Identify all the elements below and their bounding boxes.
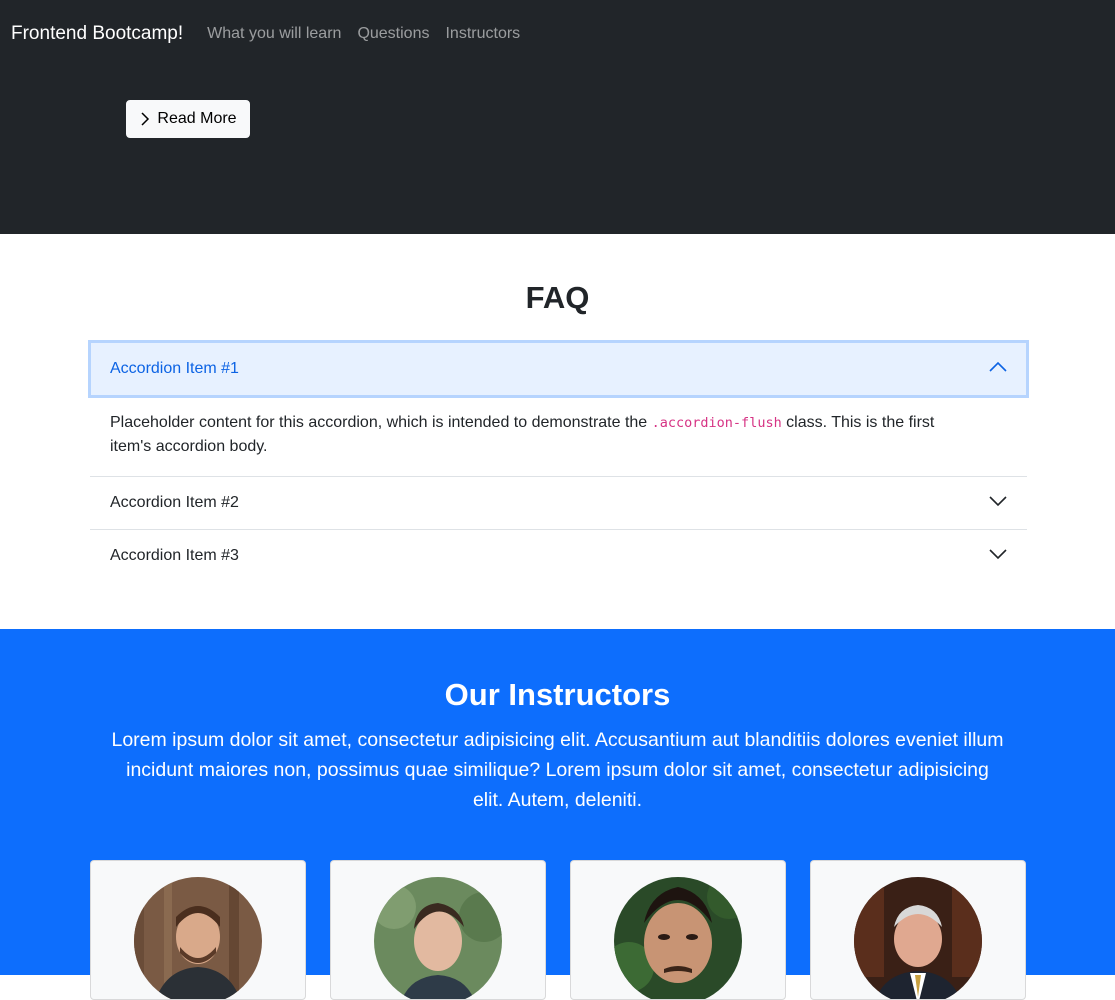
navbar: Frontend Bootcamp! What you will learn Q… (11, 20, 536, 48)
instructor-photo-4 (854, 877, 982, 999)
nav-link-instructors[interactable]: Instructors (445, 25, 520, 43)
accordion-body-text: Placeholder content for this accordion, … (110, 414, 652, 431)
chevron-up-icon (989, 360, 1007, 378)
instructors-lead: Lorem ipsum dolor sit amet, consectetur … (111, 729, 1004, 811)
instructor-card (330, 860, 546, 1000)
accordion-item-3: Accordion Item #3 (90, 530, 1027, 583)
read-more-button[interactable]: Read More (126, 100, 250, 138)
read-more-label: Read More (157, 110, 237, 127)
accordion-item-3-button[interactable]: Accordion Item #3 (90, 530, 1027, 582)
chevron-down-icon (989, 547, 1007, 565)
nav-link-questions[interactable]: Questions (357, 25, 429, 43)
accordion-item-1-body: Placeholder content for this accordion, … (90, 398, 1027, 477)
instructors-title: Our Instructors (444, 677, 671, 712)
instructors-section: Our Instructors Lorem ipsum dolor sit am… (0, 629, 1115, 1000)
instructor-card (570, 860, 786, 1000)
instructor-photo-3 (614, 877, 742, 999)
instructor-card (90, 860, 306, 1000)
navbar-brand[interactable]: Frontend Bootcamp! (11, 23, 183, 45)
faq-accordion: Accordion Item #1 Placeholder content fo… (88, 340, 1029, 583)
accordion-item-3-label: Accordion Item #3 (110, 547, 239, 564)
instructor-cards (90, 860, 1026, 1000)
chevron-right-icon (139, 111, 151, 127)
accordion-item-2: Accordion Item #2 (90, 477, 1027, 530)
accordion-item-2-label: Accordion Item #2 (110, 494, 239, 511)
accordion-item-1-button[interactable]: Accordion Item #1 (88, 340, 1029, 398)
instructor-photo-2 (374, 877, 502, 999)
instructor-photo-1 (134, 877, 262, 999)
accordion-item-1-label: Accordion Item #1 (110, 360, 239, 377)
faq-title: FAQ (525, 280, 590, 315)
accordion-body-code: .accordion-flush (651, 415, 782, 431)
accordion-item-2-button[interactable]: Accordion Item #2 (90, 477, 1027, 529)
instructor-card (810, 860, 1026, 1000)
hero-section: Frontend Bootcamp! What you will learn Q… (0, 0, 1115, 234)
nav-link-what-you-will-learn[interactable]: What you will learn (207, 25, 341, 43)
chevron-down-icon (989, 494, 1007, 512)
